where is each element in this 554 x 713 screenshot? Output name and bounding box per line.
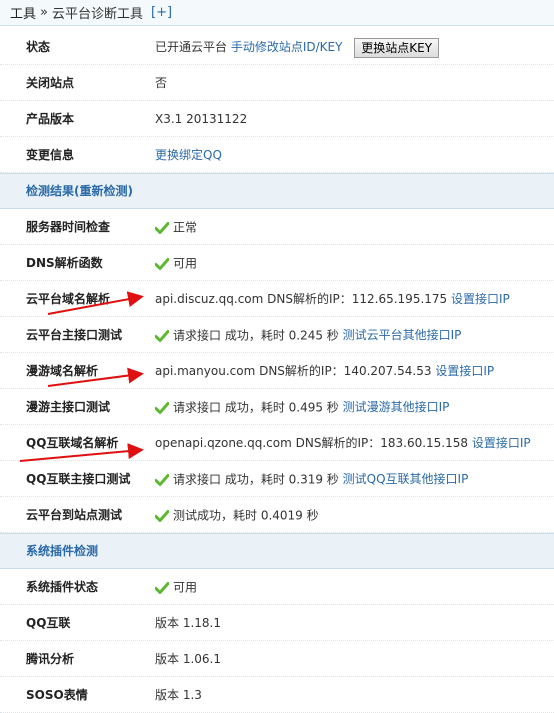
label-closed: 关闭站点 — [26, 76, 75, 90]
label-change: 变更信息 — [26, 148, 75, 162]
row-plugin-status: 系统插件状态 可用 — [0, 569, 554, 605]
label-qq-domain: QQ互联域名解析 — [26, 436, 119, 450]
value-qq-api: 请求接口 成功，耗时 0.319 秒 测试QQ互联其他接口IP — [155, 461, 468, 497]
label-status: 状态 — [26, 40, 51, 54]
breadcrumb-current: 云平台诊断工具 — [51, 7, 143, 22]
dns-text: 可用 — [173, 256, 198, 271]
manyou-domain-text: api.manyou.com DNS解析的IP：140.207.54.53 — [155, 364, 432, 378]
label-qq-api: QQ互联主接口测试 — [26, 472, 131, 486]
check-icon — [155, 473, 169, 486]
row-servertime: 服务器时间检查 正常 — [0, 209, 554, 245]
label-dns: DNS解析函数 — [26, 256, 103, 270]
label-version: 产品版本 — [26, 112, 75, 126]
label-manyou-domain: 漫游域名解析 — [26, 364, 99, 378]
change-site-key-button[interactable]: 更换站点KEY — [354, 37, 440, 58]
row-status: 状态 已开通云平台 手动修改站点ID/KEY 更换站点KEY — [0, 29, 554, 65]
manyou-api-text: 请求接口 成功，耗时 0.495 秒 — [173, 400, 339, 415]
cloud-site-text: 测试成功，耗时 0.4019 秒 — [173, 508, 319, 523]
row-qq-domain: QQ互联域名解析 openapi.qzone.qq.com DNS解析的IP：1… — [0, 425, 554, 461]
value-qq-domain: openapi.qzone.qq.com DNS解析的IP：183.60.15.… — [155, 425, 531, 461]
label-cloud-api: 云平台主接口测试 — [26, 328, 123, 342]
value-manyou-domain: api.manyou.com DNS解析的IP：140.207.54.53 设置… — [155, 353, 494, 389]
row-cloud-api: 云平台主接口测试 请求接口 成功，耗时 0.245 秒 测试云平台其他接口IP — [0, 317, 554, 353]
value-version: X3.1 20131122 — [155, 112, 248, 126]
label-qq-connect: QQ互联 — [26, 616, 71, 630]
value-plugin-status: 可用 — [155, 569, 197, 605]
label-manyou-api: 漫游主接口测试 — [26, 400, 111, 414]
row-change: 变更信息 更换绑定QQ — [0, 137, 554, 173]
row-qq-connect: QQ互联 版本 1.18.1 — [0, 605, 554, 641]
section-detection-results: 检测结果(重新检测) — [0, 173, 554, 209]
row-manyou-domain: 漫游域名解析 api.manyou.com DNS解析的IP：140.207.5… — [0, 353, 554, 389]
check-icon — [155, 581, 169, 594]
value-status: 已开通云平台 手动修改站点ID/KEY 更换站点KEY — [155, 29, 440, 65]
label-servertime: 服务器时间检查 — [26, 220, 111, 234]
value-cloud-api: 请求接口 成功，耗时 0.245 秒 测试云平台其他接口IP — [155, 317, 461, 353]
row-qq-api: QQ互联主接口测试 请求接口 成功，耗时 0.319 秒 测试QQ互联其他接口I… — [0, 461, 554, 497]
row-cloud-domain: 云平台域名解析 api.discuz.qq.com DNS解析的IP：112.6… — [0, 281, 554, 317]
value-qq-connect: 版本 1.18.1 — [155, 616, 221, 630]
row-dns: DNS解析函数 可用 — [0, 245, 554, 281]
edit-site-id-key-link[interactable]: 手动修改站点ID/KEY — [231, 40, 343, 54]
plugin-status-text: 可用 — [173, 580, 198, 595]
label-plugin-status: 系统插件状态 — [26, 580, 99, 594]
value-tencent-analysis: 版本 1.06.1 — [155, 652, 221, 666]
section-plugin-detection: 系统插件检测 — [0, 533, 554, 569]
check-icon — [155, 329, 169, 342]
label-tencent-analysis: 腾讯分析 — [26, 652, 75, 666]
row-cloud-site: 云平台到站点测试 测试成功，耗时 0.4019 秒 — [0, 497, 554, 533]
cloud-api-text: 请求接口 成功，耗时 0.245 秒 — [173, 328, 339, 343]
section-detection-title[interactable]: 检测结果(重新检测) — [26, 174, 133, 208]
servertime-text: 正常 — [173, 220, 198, 235]
value-servertime: 正常 — [155, 209, 197, 245]
label-cloud-domain: 云平台域名解析 — [26, 292, 111, 306]
value-soso: 版本 1.3 — [155, 688, 202, 702]
test-manyou-other-ip-link[interactable]: 测试漫游其他接口IP — [343, 400, 450, 414]
rebind-qq-link[interactable]: 更换绑定QQ — [155, 148, 222, 162]
status-text: 已开通云平台 — [155, 40, 228, 54]
breadcrumb: 工具 » 云平台诊断工具 [+] — [0, 0, 554, 26]
qq-api-text: 请求接口 成功，耗时 0.319 秒 — [173, 472, 339, 487]
set-manyou-ip-link[interactable]: 设置接口IP — [435, 364, 494, 378]
row-closed: 关闭站点 否 — [0, 65, 554, 101]
check-icon — [155, 401, 169, 414]
label-soso: SOSO表情 — [26, 688, 88, 702]
row-manyou-api: 漫游主接口测试 请求接口 成功，耗时 0.495 秒 测试漫游其他接口IP — [0, 389, 554, 425]
value-cloud-site: 测试成功，耗时 0.4019 秒 — [155, 497, 319, 533]
value-change: 更换绑定QQ — [155, 137, 222, 173]
check-icon — [155, 257, 169, 270]
set-qq-ip-link[interactable]: 设置接口IP — [472, 436, 531, 450]
test-qq-other-ip-link[interactable]: 测试QQ互联其他接口IP — [343, 472, 469, 486]
row-tencent-analysis: 腾讯分析 版本 1.06.1 — [0, 641, 554, 677]
section-plugin-title: 系统插件检测 — [26, 544, 99, 558]
add-shortcut-button[interactable]: [+] — [151, 5, 172, 20]
label-cloud-site: 云平台到站点测试 — [26, 508, 123, 522]
row-version: 产品版本 X3.1 20131122 — [0, 101, 554, 137]
set-cloud-ip-link[interactable]: 设置接口IP — [451, 292, 510, 306]
value-manyou-api: 请求接口 成功，耗时 0.495 秒 测试漫游其他接口IP — [155, 389, 449, 425]
value-dns: 可用 — [155, 245, 197, 281]
value-cloud-domain: api.discuz.qq.com DNS解析的IP：112.65.195.17… — [155, 281, 510, 317]
breadcrumb-tools-link[interactable]: 工具 — [10, 3, 36, 22]
row-soso: SOSO表情 版本 1.3 — [0, 677, 554, 713]
check-icon — [155, 221, 169, 234]
test-cloud-other-ip-link[interactable]: 测试云平台其他接口IP — [343, 328, 462, 342]
cloud-domain-text: api.discuz.qq.com DNS解析的IP：112.65.195.17… — [155, 292, 448, 306]
check-icon — [155, 509, 169, 522]
qq-domain-text: openapi.qzone.qq.com DNS解析的IP：183.60.15.… — [155, 436, 469, 450]
value-closed: 否 — [155, 76, 168, 90]
breadcrumb-separator: » — [40, 5, 48, 20]
